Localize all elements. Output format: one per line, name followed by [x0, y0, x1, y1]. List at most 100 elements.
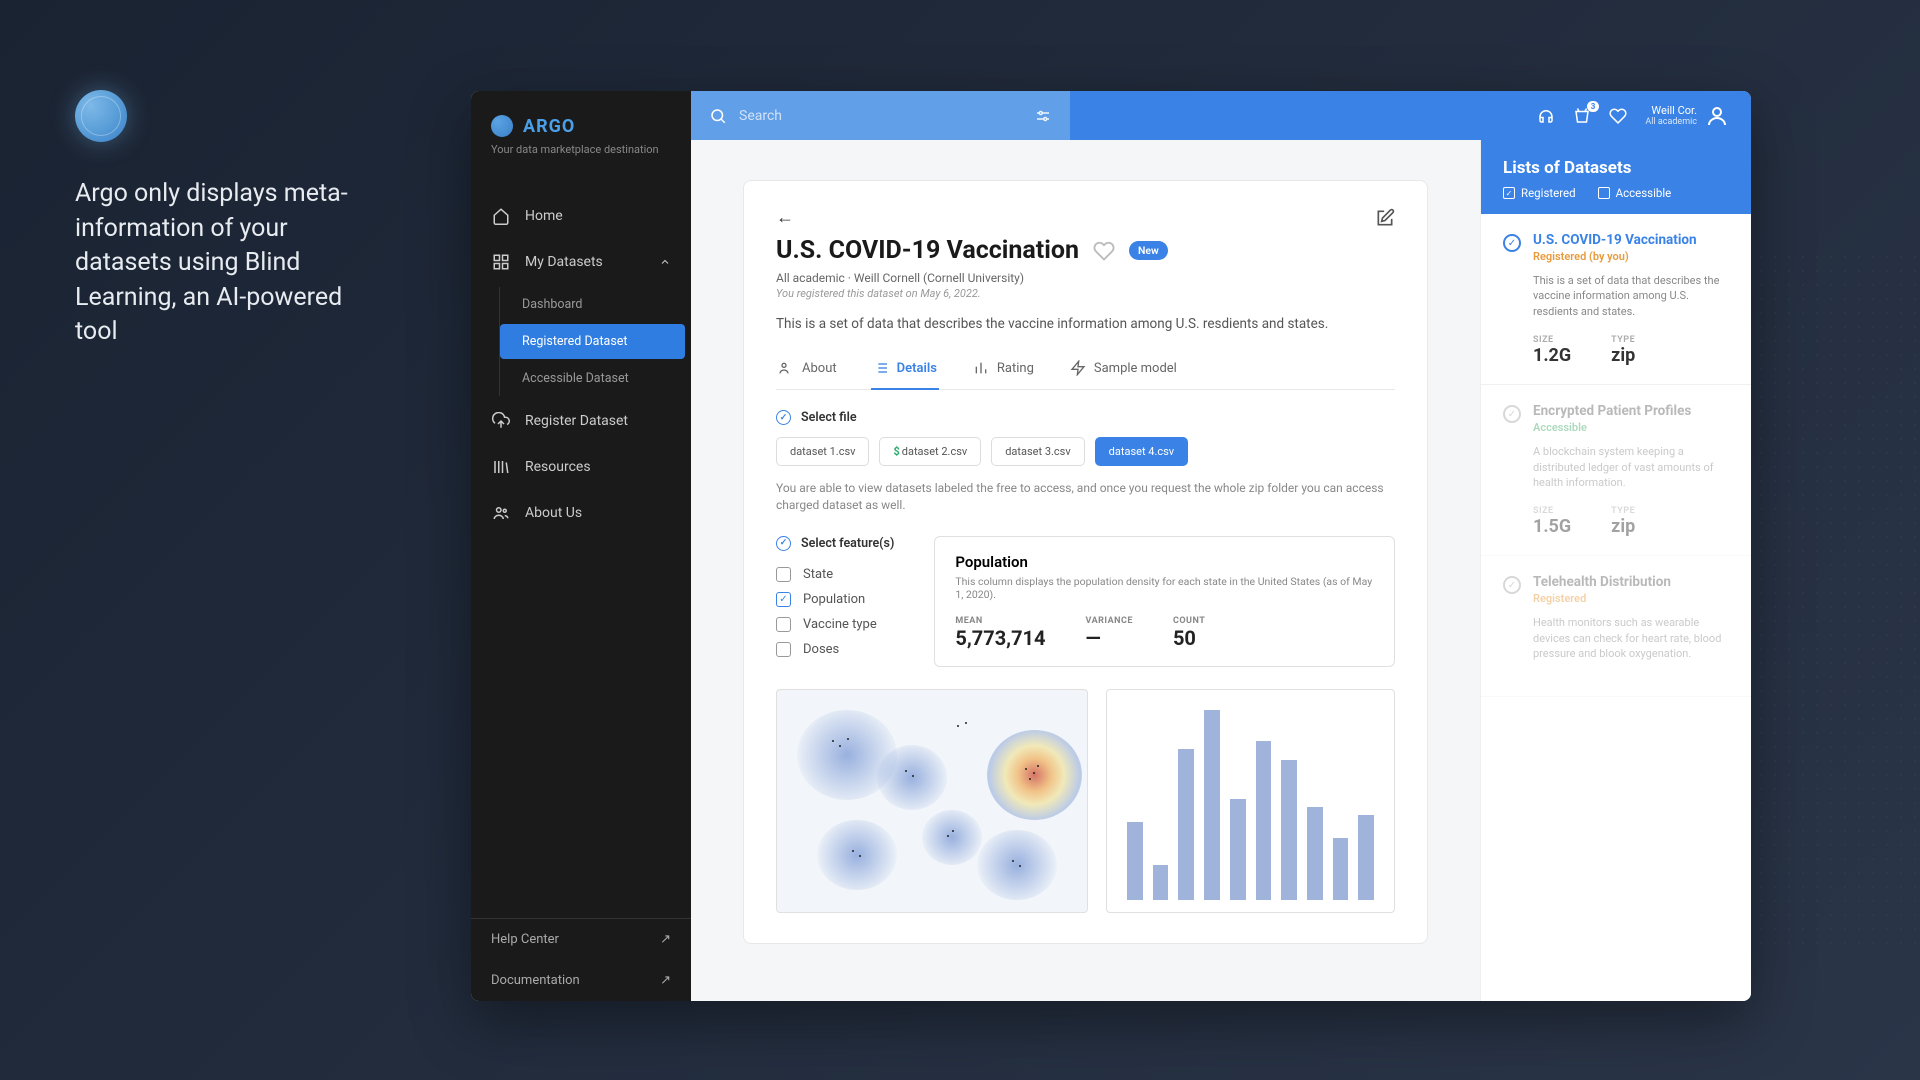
user-menu[interactable]: Weill Cor. All academic	[1645, 104, 1729, 128]
list-item-title: Encrypted Patient Profiles	[1533, 403, 1729, 419]
file-chip[interactable]: dataset 4.csv	[1095, 437, 1188, 466]
user-role: All academic	[1645, 117, 1697, 128]
feature-checkbox-population[interactable]: Population	[776, 592, 894, 607]
filter-registered[interactable]: Registered	[1503, 186, 1576, 200]
bars-icon	[973, 360, 989, 376]
dataset-list-item[interactable]: ✓ Telehealth Distribution Registered Health…	[1481, 556, 1751, 696]
filter-accessible[interactable]: Accessible	[1598, 186, 1672, 200]
stat-label: MEAN	[955, 616, 1045, 626]
list-item-desc: A blockchain system keeping a distribute…	[1533, 444, 1729, 490]
feature-checkbox-vaccine-type[interactable]: Vaccine type	[776, 617, 894, 632]
tab-about[interactable]: About	[776, 352, 839, 390]
footer-help-center[interactable]: Help Center ↗	[471, 919, 691, 960]
dataset-description: This is a set of data that describes the…	[776, 316, 1395, 332]
library-icon	[491, 457, 511, 477]
dataset-title: U.S. COVID-19 Vaccination	[776, 236, 1079, 265]
feature-label: Vaccine type	[803, 617, 877, 632]
stat-block: MEAN5,773,714	[955, 616, 1045, 650]
sidebar: ARGO Your data marketplace destination H…	[471, 91, 691, 1001]
nav-about-us[interactable]: About Us	[471, 490, 691, 536]
sidebar-brand[interactable]: ARGO	[491, 115, 671, 137]
feature-checkbox-state[interactable]: State	[776, 567, 894, 582]
list-item-status: Registered (by you)	[1533, 250, 1729, 263]
chevron-up-icon	[659, 256, 671, 268]
nav-label: Resources	[525, 459, 591, 475]
check-circle-icon: ✓	[776, 410, 791, 425]
list-item-desc: Health monitors such as wearable devices…	[1533, 615, 1729, 661]
file-chip[interactable]: dataset 1.csv	[776, 437, 869, 466]
chart-bar	[1204, 710, 1220, 900]
users-icon	[491, 503, 511, 523]
cart-icon[interactable]: 3	[1573, 107, 1591, 125]
headset-icon[interactable]	[1537, 107, 1555, 125]
argo-globe-icon	[75, 90, 127, 142]
topbar: 3 Weill Cor. All academic	[691, 91, 1751, 140]
right-panel-title: Lists of Datasets	[1503, 158, 1729, 178]
chart-bar	[1256, 741, 1272, 900]
check-circle-icon: ✓	[776, 536, 791, 551]
list-item-status: Accessible	[1533, 421, 1729, 434]
back-arrow-icon[interactable]: ←	[776, 207, 794, 228]
file-chip[interactable]: $dataset 2.csv	[879, 437, 981, 466]
upload-cloud-icon	[491, 411, 511, 431]
check-circle-icon: ✓	[1503, 576, 1521, 594]
tab-label: Rating	[997, 361, 1034, 376]
nav-my-datasets[interactable]: My Datasets	[471, 239, 691, 285]
list-item-status: Registered	[1533, 592, 1729, 605]
checkbox-icon	[776, 642, 791, 657]
favorite-toggle[interactable]	[1093, 240, 1115, 262]
nav-resources[interactable]: Resources	[471, 444, 691, 490]
nav-sub-registered[interactable]: Registered Dataset	[500, 324, 685, 359]
brand-name: ARGO	[523, 116, 575, 137]
heart-icon[interactable]	[1609, 107, 1627, 125]
tab-sample-model[interactable]: Sample model	[1068, 352, 1179, 390]
list-item-title: Telehealth Distribution	[1533, 574, 1729, 590]
nav-label: Register Dataset	[525, 413, 628, 429]
nav-label: My Datasets	[525, 254, 603, 270]
tab-label: About	[802, 361, 837, 376]
search-input[interactable]	[739, 108, 1022, 124]
edit-icon[interactable]	[1375, 208, 1395, 228]
tab-details[interactable]: Details	[871, 352, 939, 390]
chart-bar	[1281, 760, 1297, 900]
marketing-block: Argo only displays meta-information of y…	[75, 90, 355, 350]
distribution-chart[interactable]	[1106, 689, 1395, 913]
footer-documentation[interactable]: Documentation ↗	[471, 960, 691, 1001]
stat-desc: This column displays the population dens…	[955, 575, 1374, 602]
zap-icon	[1070, 360, 1086, 376]
check-circle-icon: ✓	[1503, 405, 1521, 423]
filter-icon[interactable]	[1034, 107, 1052, 125]
dataset-list-item[interactable]: ✓ U.S. COVID-19 Vaccination Registered (by…	[1481, 214, 1751, 385]
cart-badge: 3	[1587, 101, 1600, 112]
chart-bar	[1178, 749, 1194, 900]
stat-label: VARIANCE	[1086, 616, 1133, 626]
nav-register-dataset[interactable]: Register Dataset	[471, 398, 691, 444]
searchbar	[691, 91, 1070, 140]
checkbox-icon	[776, 567, 791, 582]
tab-rating[interactable]: Rating	[971, 352, 1036, 390]
list-item-title: U.S. COVID-19 Vaccination	[1533, 232, 1729, 248]
stat-value: 50	[1173, 626, 1205, 650]
footer-label: Help Center	[491, 932, 559, 947]
home-icon	[491, 206, 511, 226]
feature-label: State	[803, 567, 833, 582]
nav-sub-dashboard[interactable]: Dashboard	[500, 287, 685, 322]
feature-checkbox-doses[interactable]: Doses	[776, 642, 894, 657]
nav-home[interactable]: Home	[471, 193, 691, 239]
argo-logo-icon	[491, 115, 513, 137]
dataset-registered-note: You registered this dataset on May 6, 20…	[776, 287, 1395, 300]
density-map[interactable]	[776, 689, 1088, 913]
check-circle-icon: ✓	[1503, 234, 1521, 252]
dataset-card: ← U.S. COVID-19 Vaccination New All acad…	[743, 180, 1428, 944]
dataset-list-item[interactable]: ✓ Encrypted Patient Profiles Accessible A b…	[1481, 385, 1751, 556]
user-avatar-icon	[1705, 104, 1729, 128]
stat-block: VARIANCE—	[1086, 616, 1133, 650]
checkbox-icon	[1598, 187, 1610, 199]
feature-label: Population	[803, 592, 865, 607]
list-item-desc: This is a set of data that describes the…	[1533, 273, 1729, 319]
nav-sub-accessible[interactable]: Accessible Dataset	[500, 361, 685, 396]
search-icon	[709, 107, 727, 125]
file-chip[interactable]: dataset 3.csv	[991, 437, 1084, 466]
list-icon	[873, 360, 889, 376]
stat-label: COUNT	[1173, 616, 1205, 626]
